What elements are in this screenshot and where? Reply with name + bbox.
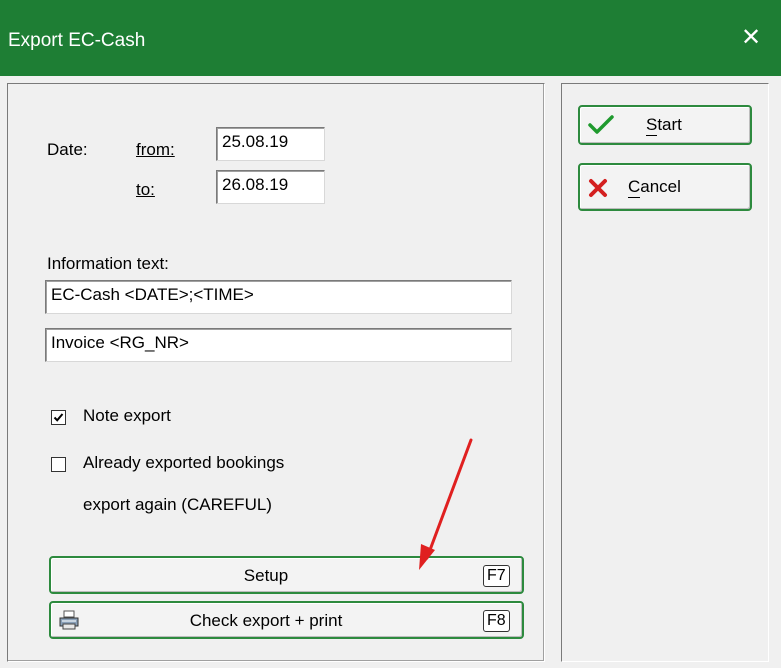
information-text-line2-field[interactable]: Invoice <RG_NR> <box>45 328 512 362</box>
information-text-label: Information text: <box>47 254 169 273</box>
date-from-field[interactable]: 25.08.19 <box>216 127 325 161</box>
date-to-field[interactable]: 26.08.19 <box>216 170 325 204</box>
cancel-button-label: Cancel <box>628 177 681 196</box>
x-icon <box>588 178 608 203</box>
start-button[interactable]: Start <box>578 105 752 145</box>
cancel-accelerator-underline <box>628 197 640 198</box>
information-text-line1-field[interactable]: EC-Cash <DATE>;<TIME> <box>45 280 512 314</box>
already-exported-label-line1: Already exported bookings <box>83 453 285 472</box>
cancel-button[interactable]: Cancel <box>578 163 752 211</box>
setup-shortcut-key: F7 <box>483 565 510 587</box>
window-title: Export EC-Cash <box>8 30 146 51</box>
from-label: from: <box>136 140 175 159</box>
check-export-print-button[interactable]: Check export + print F8 <box>49 601 524 639</box>
already-exported-checkbox[interactable] <box>51 457 66 472</box>
check-export-shortcut-key: F8 <box>483 610 510 632</box>
annotation-arrow <box>419 438 473 570</box>
to-label: to: <box>136 180 155 199</box>
note-export-checkbox[interactable] <box>51 410 66 425</box>
checkmark-icon <box>588 115 614 140</box>
note-export-label: Note export <box>83 406 171 425</box>
start-accelerator-underline <box>646 135 657 136</box>
title-bar: Export EC-Cash ✕ <box>0 0 781 76</box>
close-icon[interactable]: ✕ <box>737 24 765 52</box>
check-export-print-label: Check export + print <box>189 611 343 630</box>
start-button-label: Start <box>646 115 682 134</box>
checkmark-icon <box>53 413 64 422</box>
date-label: Date: <box>47 140 88 159</box>
already-exported-label-line2: export again (CAREFUL) <box>83 495 272 514</box>
